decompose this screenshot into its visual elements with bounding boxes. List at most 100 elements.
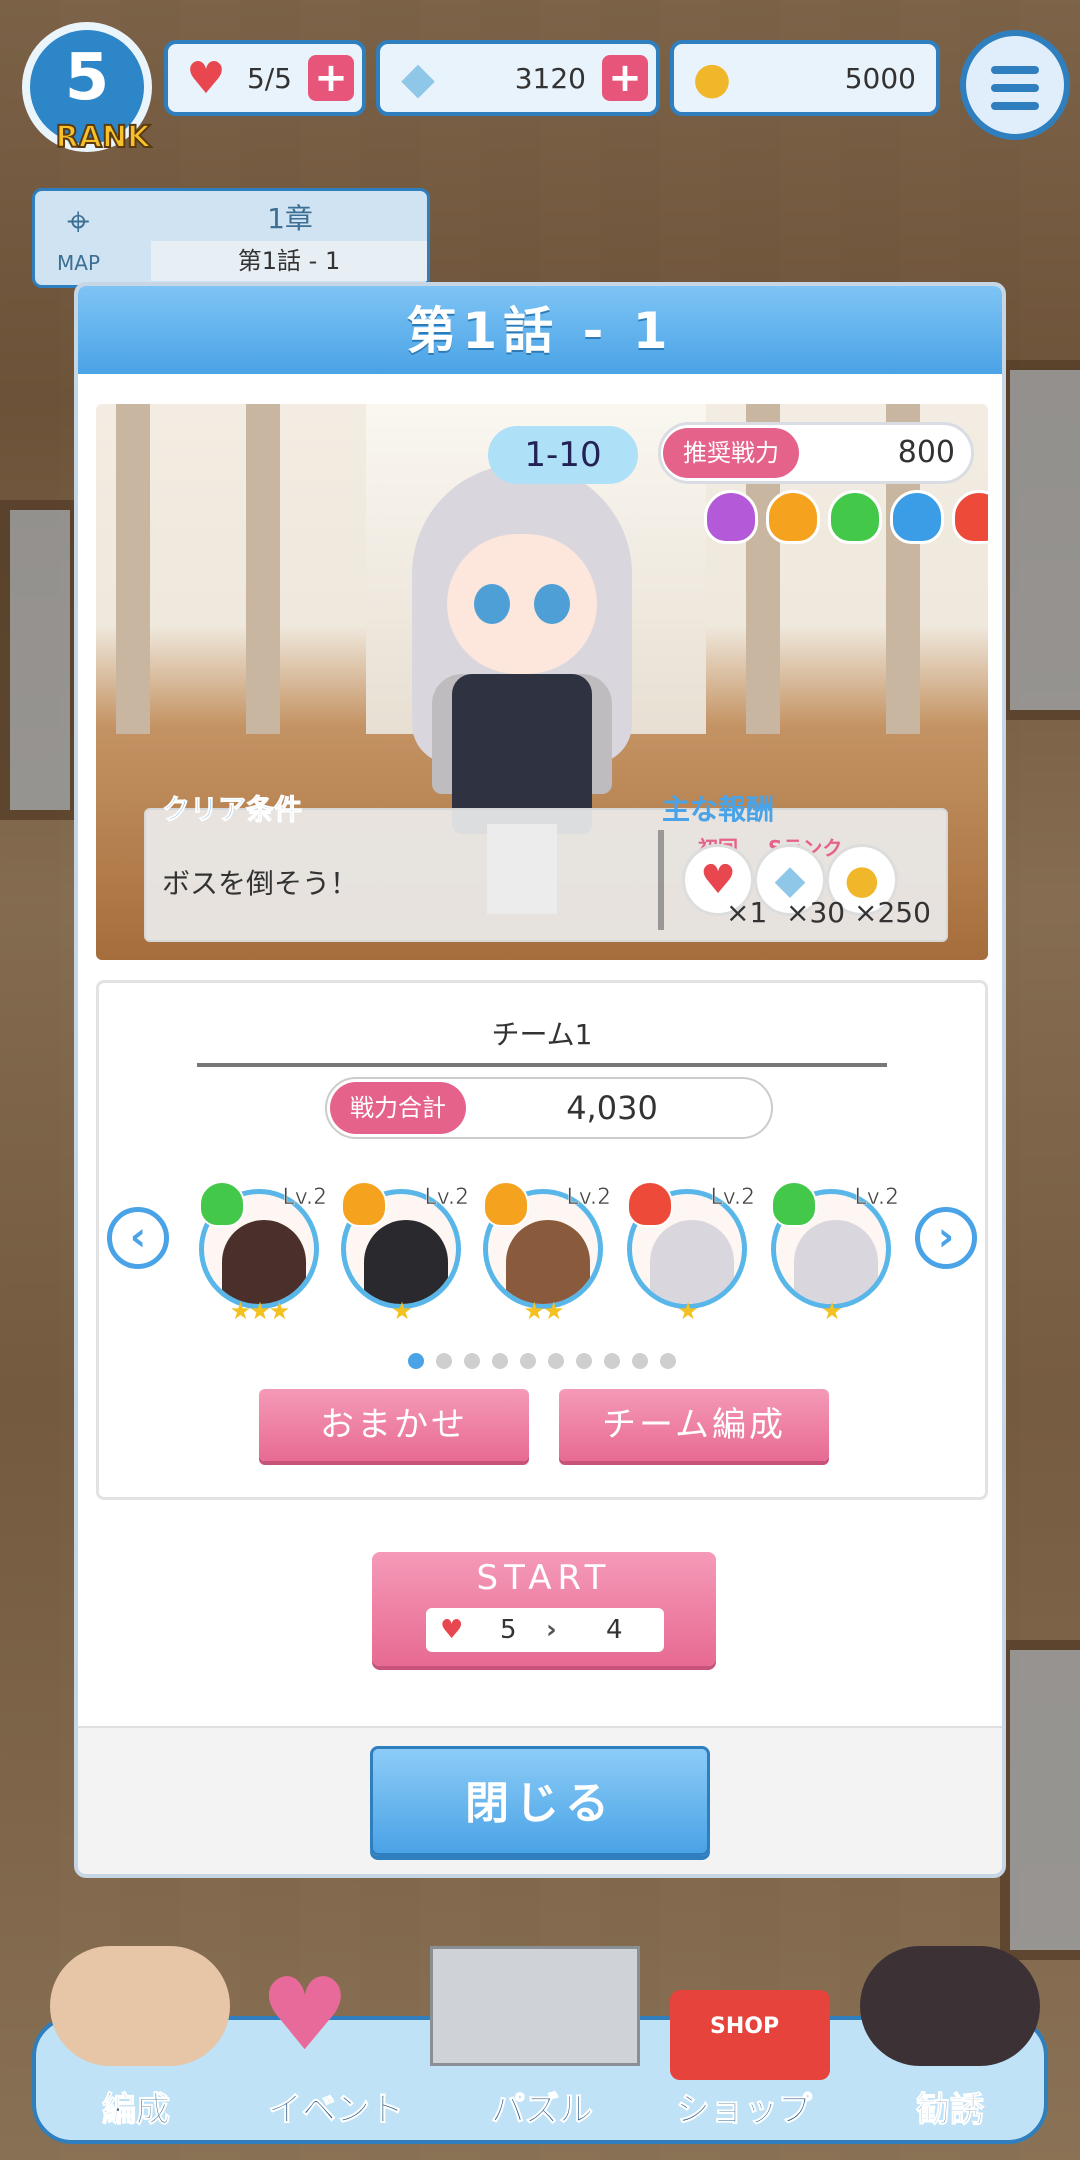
menu-icon-bar xyxy=(991,102,1039,110)
start-button[interactable]: START ♥ 5 › 4 xyxy=(372,1552,716,1666)
team-member-slot[interactable]: Lv.2 ★ xyxy=(771,1181,899,1325)
stamina-value: 5/5 xyxy=(246,61,292,95)
menu-button[interactable] xyxy=(960,30,1070,140)
rank-value: 5 xyxy=(64,41,110,115)
page-dot[interactable] xyxy=(436,1353,452,1369)
recruit-characters-art xyxy=(860,1946,1040,2066)
add-gem-button[interactable]: + xyxy=(602,55,648,101)
clear-condition-text: ボスを倒そう！ xyxy=(162,867,359,900)
total-power-label: 戦力合計 xyxy=(330,1082,466,1134)
page-dot[interactable] xyxy=(464,1353,480,1369)
page-dot[interactable] xyxy=(576,1353,592,1369)
gem-icon: ◆ xyxy=(401,52,435,104)
page-dot[interactable] xyxy=(408,1353,424,1369)
rank-badge[interactable]: 5 RANK xyxy=(22,22,152,156)
stamina-from: 5 xyxy=(500,1615,517,1645)
page-dot[interactable] xyxy=(660,1353,676,1369)
coin-counter: ● 5000 xyxy=(670,40,940,116)
team-member-slot[interactable]: Lv.2 ★ xyxy=(341,1181,469,1325)
recommended-power-value: 800 xyxy=(897,435,955,470)
main-rewards-label: 主な報酬 xyxy=(662,793,775,826)
auto-select-button[interactable]: おまかせ xyxy=(259,1389,529,1461)
gem-counter[interactable]: ◆ 3120 + xyxy=(376,40,660,116)
team-panel: チーム1 戦力合計 4,030 ‹ › Lv.2 ★★★ Lv.2 ★ Lv.2 ★★ Lv… xyxy=(96,980,988,1500)
heart-icon: ♥ xyxy=(440,1615,464,1645)
team-page-indicator xyxy=(99,1353,985,1369)
add-stamina-button[interactable]: + xyxy=(308,55,354,101)
rank-label: RANK xyxy=(55,119,152,156)
team-member-slot[interactable]: Lv.2 ★★★ xyxy=(199,1181,327,1325)
map-label: MAP xyxy=(57,251,100,275)
balloon-hearts-icon: ♥ xyxy=(260,1956,350,2073)
team-member-slot[interactable]: Lv.2 ★ xyxy=(627,1181,755,1325)
rarity-stars: ★★ xyxy=(523,1297,564,1325)
member-level: Lv.2 xyxy=(710,1185,755,1211)
chevron-left-icon: ‹ xyxy=(129,1214,147,1260)
element-icon xyxy=(704,490,758,544)
gem-value: 3120 xyxy=(514,61,586,95)
map-button[interactable]: ⌖ MAP 1章 第1話 - 1 xyxy=(32,188,430,288)
rarity-stars: ★ xyxy=(821,1297,843,1325)
total-power-value: 4,030 xyxy=(566,1089,658,1127)
element-icon xyxy=(952,490,988,544)
page-dot[interactable] xyxy=(604,1353,620,1369)
member-level: Lv.2 xyxy=(424,1185,469,1211)
team-name: チーム1 xyxy=(491,1018,593,1051)
rarity-stars: ★ xyxy=(677,1297,699,1325)
episode-label: 第1話 - 1 xyxy=(151,241,427,281)
reward-qty: ×30 xyxy=(786,896,846,929)
heart-icon: ♥ xyxy=(186,52,226,104)
member-level: Lv.2 xyxy=(566,1185,611,1211)
prev-team-button[interactable]: ‹ xyxy=(107,1207,169,1269)
element-icon xyxy=(766,490,820,544)
character-face xyxy=(447,534,597,674)
school-building-icon xyxy=(430,1946,640,2066)
stamina-counter[interactable]: ♥ 5/5 + xyxy=(164,40,366,116)
divider xyxy=(197,1063,887,1067)
page-dot[interactable] xyxy=(632,1353,648,1369)
formation-characters-art xyxy=(50,1946,230,2066)
chevron-right-icon: › xyxy=(937,1214,955,1260)
compass-icon: ⌖ xyxy=(67,199,90,245)
nav-recruit[interactable]: 勧誘 xyxy=(850,2082,1050,2131)
character-eye xyxy=(534,584,570,624)
divider xyxy=(658,830,664,930)
stage-dialog: 第1話 - 1 1-10 推奨戦力 800 クリア条件 ボスを倒そう！ 主な報酬… xyxy=(74,282,1006,1878)
team-member-slot[interactable]: Lv.2 ★★ xyxy=(483,1181,611,1325)
stage-number: 1-10 xyxy=(488,426,638,484)
page-dot[interactable] xyxy=(548,1353,564,1369)
portrait-hair xyxy=(650,1220,734,1304)
element-icon xyxy=(890,490,944,544)
next-team-button[interactable]: › xyxy=(915,1207,977,1269)
member-level: Lv.2 xyxy=(854,1185,899,1211)
nav-formation[interactable]: 編成 xyxy=(36,2082,236,2131)
pillar xyxy=(116,404,150,734)
element-icon xyxy=(771,1181,817,1227)
page-dot[interactable] xyxy=(492,1353,508,1369)
reward-qty: ×1 xyxy=(726,896,768,929)
rarity-stars: ★ xyxy=(391,1297,413,1325)
arrow-right-icon: › xyxy=(546,1615,557,1645)
team-edit-button[interactable]: チーム編成 xyxy=(559,1389,829,1461)
rarity-stars: ★★★ xyxy=(229,1297,291,1325)
page-dot[interactable] xyxy=(520,1353,536,1369)
shop-sign: SHOP xyxy=(710,2014,780,2039)
dialog-title: 第1話 - 1 xyxy=(78,286,1002,374)
nav-puzzle[interactable]: パズル xyxy=(442,2082,642,2131)
team-total-power: 戦力合計 4,030 xyxy=(325,1077,773,1139)
stage-preview: 1-10 推奨戦力 800 クリア条件 ボスを倒そう！ 主な報酬 初回 Sランク… xyxy=(96,404,988,960)
menu-icon xyxy=(991,66,1039,74)
element-icon xyxy=(483,1181,529,1227)
nav-shop[interactable]: ショップ xyxy=(644,2082,844,2131)
recommended-power: 推奨戦力 800 xyxy=(658,422,974,484)
close-button[interactable]: 閉じる xyxy=(370,1746,710,1856)
recommended-power-label: 推奨戦力 xyxy=(663,428,799,478)
reward-qty: ×250 xyxy=(854,896,931,929)
element-icon xyxy=(341,1181,387,1227)
stamina-to: 4 xyxy=(606,1615,623,1645)
pillar xyxy=(246,404,280,734)
start-label: START xyxy=(476,1558,612,1598)
nav-event[interactable]: イベント xyxy=(236,2082,436,2131)
element-icon xyxy=(199,1181,245,1227)
element-icon xyxy=(828,490,882,544)
